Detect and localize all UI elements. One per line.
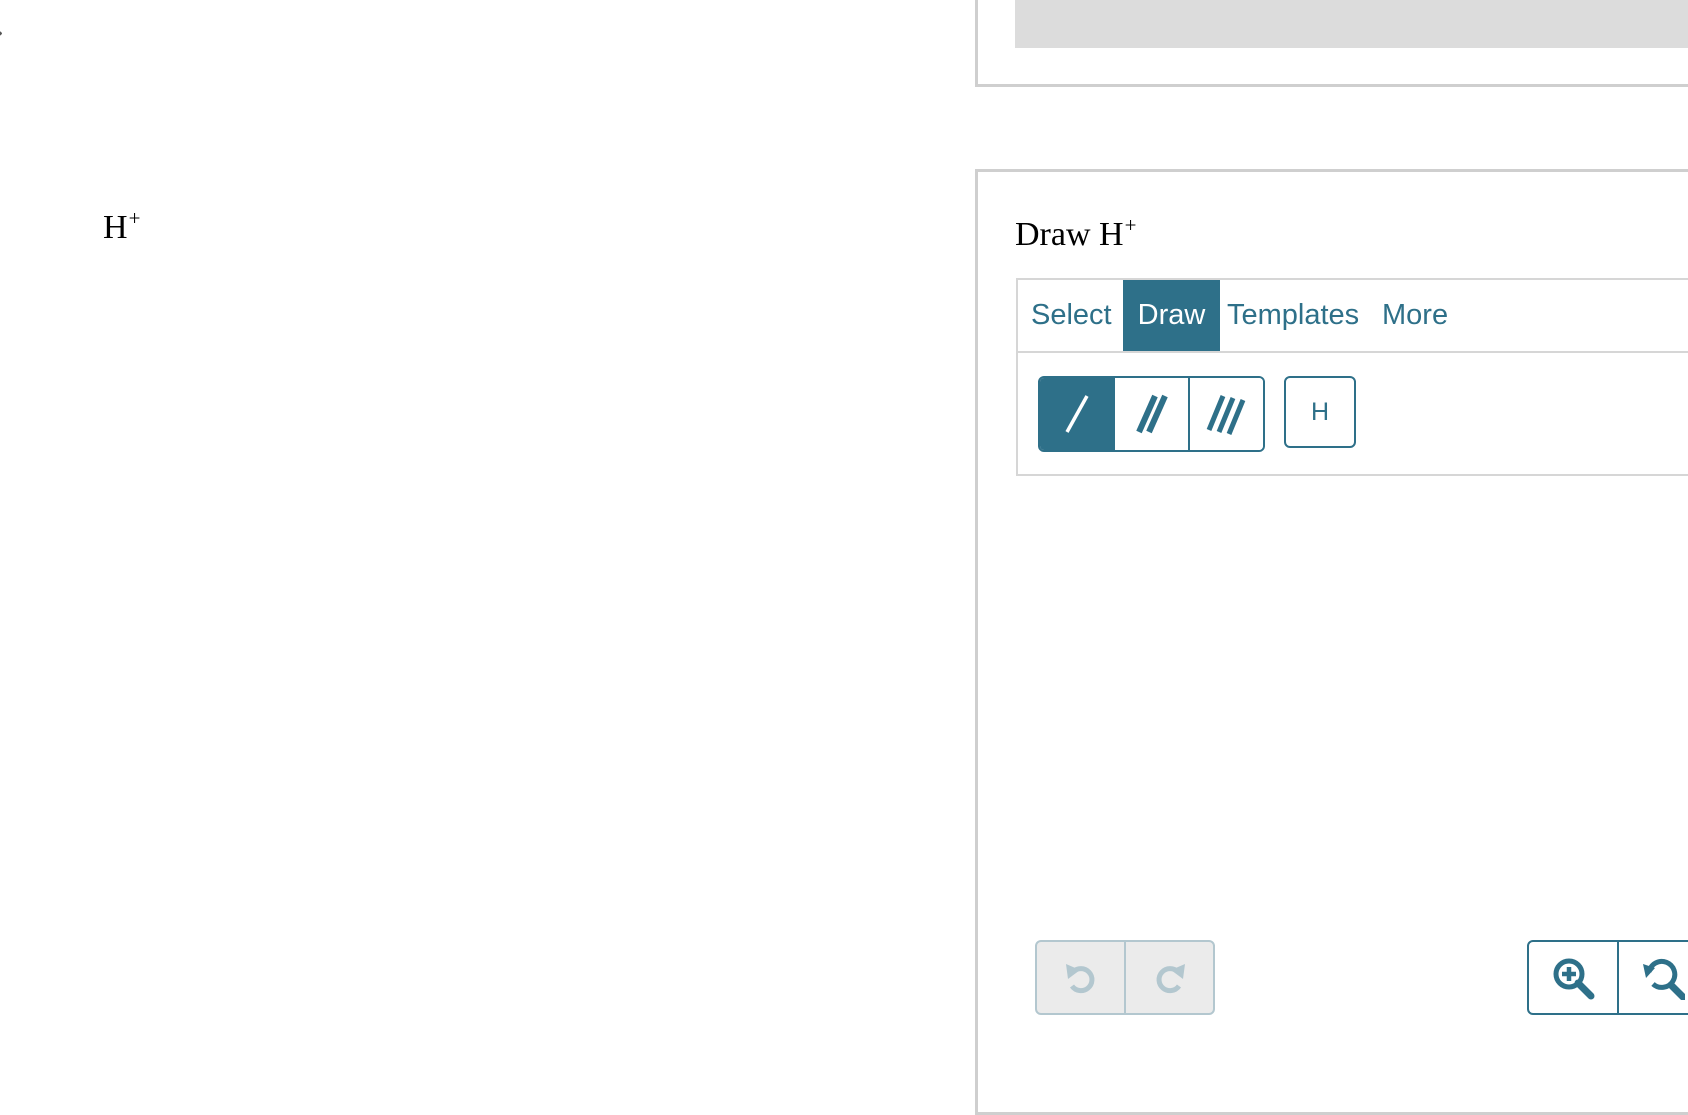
previous-answer-card	[975, 0, 1688, 87]
double-bond-icon	[1135, 394, 1168, 434]
zoom-reset-icon	[1643, 958, 1685, 1000]
tab-draw[interactable]: Draw	[1123, 280, 1220, 351]
tab-more[interactable]: More	[1382, 280, 1448, 351]
ion-symbol: H	[103, 209, 128, 246]
redo-icon	[1156, 963, 1185, 993]
draw-panel: Draw H+ Select Draw Templates More H	[975, 169, 1688, 1115]
redo-button[interactable]	[1126, 942, 1213, 1013]
triple-bond-icon	[1206, 395, 1245, 435]
question-area: » H+	[0, 0, 975, 1080]
undo-button[interactable]	[1037, 942, 1126, 1013]
zoom-in-icon	[1553, 958, 1595, 999]
single-bond-button[interactable]	[1040, 378, 1115, 450]
zoom-controls	[1527, 940, 1688, 1015]
hydrogen-atom-button[interactable]: H	[1284, 376, 1356, 448]
zoom-reset-button[interactable]	[1619, 942, 1688, 1013]
panel-title: Draw H+	[1015, 213, 1137, 254]
tab-templates[interactable]: Templates	[1227, 280, 1359, 351]
tab-select[interactable]: Select	[1031, 280, 1112, 351]
zoom-in-button[interactable]	[1529, 942, 1619, 1013]
panel-title-text: Draw H	[1015, 216, 1124, 253]
answer-placeholder-bar	[1015, 0, 1688, 48]
ion-label: H+	[103, 206, 141, 247]
molecule-editor: Select Draw Templates More H	[1016, 278, 1688, 476]
editor-tabs: Select Draw Templates More	[1018, 280, 1688, 353]
panel-title-charge: +	[1124, 213, 1137, 237]
bond-tool-group	[1038, 376, 1265, 452]
history-controls	[1035, 940, 1215, 1015]
ion-charge: +	[128, 206, 141, 230]
undo-icon	[1065, 963, 1094, 993]
triple-bond-button[interactable]	[1190, 378, 1263, 450]
single-bond-icon	[1064, 395, 1089, 433]
double-bond-button[interactable]	[1115, 378, 1190, 450]
collapse-arrow-icon[interactable]: »	[0, 18, 4, 48]
